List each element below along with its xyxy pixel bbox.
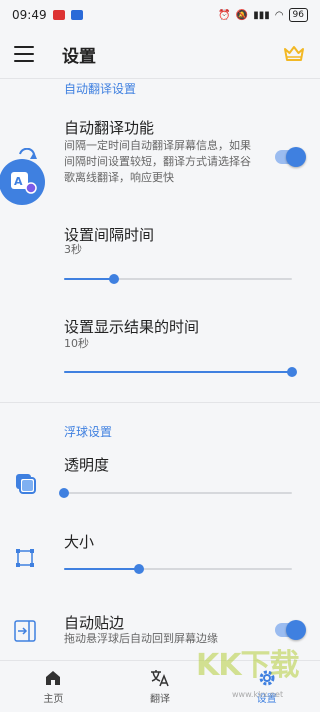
auto-edge-toggle[interactable]	[275, 620, 306, 640]
resize-icon	[15, 548, 35, 572]
auto-edge-description: 拖动悬浮球后自动回到屏幕边缘	[64, 632, 218, 645]
display-time-title: 设置显示结果的时间	[64, 318, 200, 336]
crown-icon[interactable]	[282, 42, 306, 66]
opacity-icon	[15, 473, 37, 499]
mute-icon: 🔕	[235, 9, 249, 21]
page-title: 设置	[62, 46, 96, 67]
auto-edge-icon	[14, 620, 36, 646]
app-bar-divider	[0, 78, 320, 79]
interval-slider[interactable]	[64, 272, 292, 286]
auto-translate-description: 间隔一定时间自动翻译屏幕信息，如果间隔时间设置较短，翻译方式请选择谷歌离线翻译，…	[64, 139, 251, 184]
size-slider[interactable]	[64, 562, 292, 576]
section-divider	[0, 402, 320, 403]
interval-slider-thumb[interactable]	[109, 274, 120, 284]
app-notification-icon	[52, 10, 65, 20]
app-bar: 设置	[0, 30, 320, 78]
auto-edge-title: 自动贴边	[64, 614, 125, 632]
status-time: 09:49	[12, 8, 47, 22]
nav-label-home: 主页	[43, 693, 64, 705]
alarm-icon: ⏰	[218, 9, 231, 21]
display-time-slider[interactable]	[64, 365, 297, 379]
opacity-title: 透明度	[64, 456, 110, 474]
menu-icon[interactable]	[14, 46, 34, 62]
status-bar: 09:49 ⏰ 🔕 ▮▮▮ ◠ 96	[0, 0, 320, 30]
signal-icon: ▮▮▮	[253, 9, 270, 21]
size-title: 大小	[64, 533, 95, 551]
watermark-url: www.kkx.net	[232, 690, 284, 699]
nav-item-home[interactable]: 主页	[0, 661, 107, 712]
translate-icon	[151, 669, 169, 686]
interval-value: 3秒	[64, 243, 82, 256]
section-header-float-ball: 浮球设置	[64, 425, 113, 439]
watermark-logo: KK下载	[196, 648, 299, 683]
section-header-auto-translate: 自动翻译设置	[64, 82, 137, 96]
app-notification-icon-2	[70, 10, 83, 20]
auto-translate-title: 自动翻译功能	[64, 119, 155, 137]
auto-translate-toggle[interactable]	[275, 147, 306, 167]
size-slider-thumb[interactable]	[134, 564, 145, 574]
display-time-slider-thumb[interactable]	[287, 367, 297, 377]
home-icon	[46, 670, 61, 685]
nav-label-translate: 翻译	[150, 693, 170, 705]
display-time-value: 10秒	[64, 337, 89, 350]
opacity-slider[interactable]	[59, 486, 292, 500]
opacity-slider-thumb[interactable]	[59, 488, 69, 498]
auto-translate-icon: A	[0, 147, 46, 212]
battery-indicator: 96	[288, 8, 308, 22]
svg-text:A: A	[14, 175, 23, 188]
wifi-icon: ◠	[274, 9, 284, 21]
